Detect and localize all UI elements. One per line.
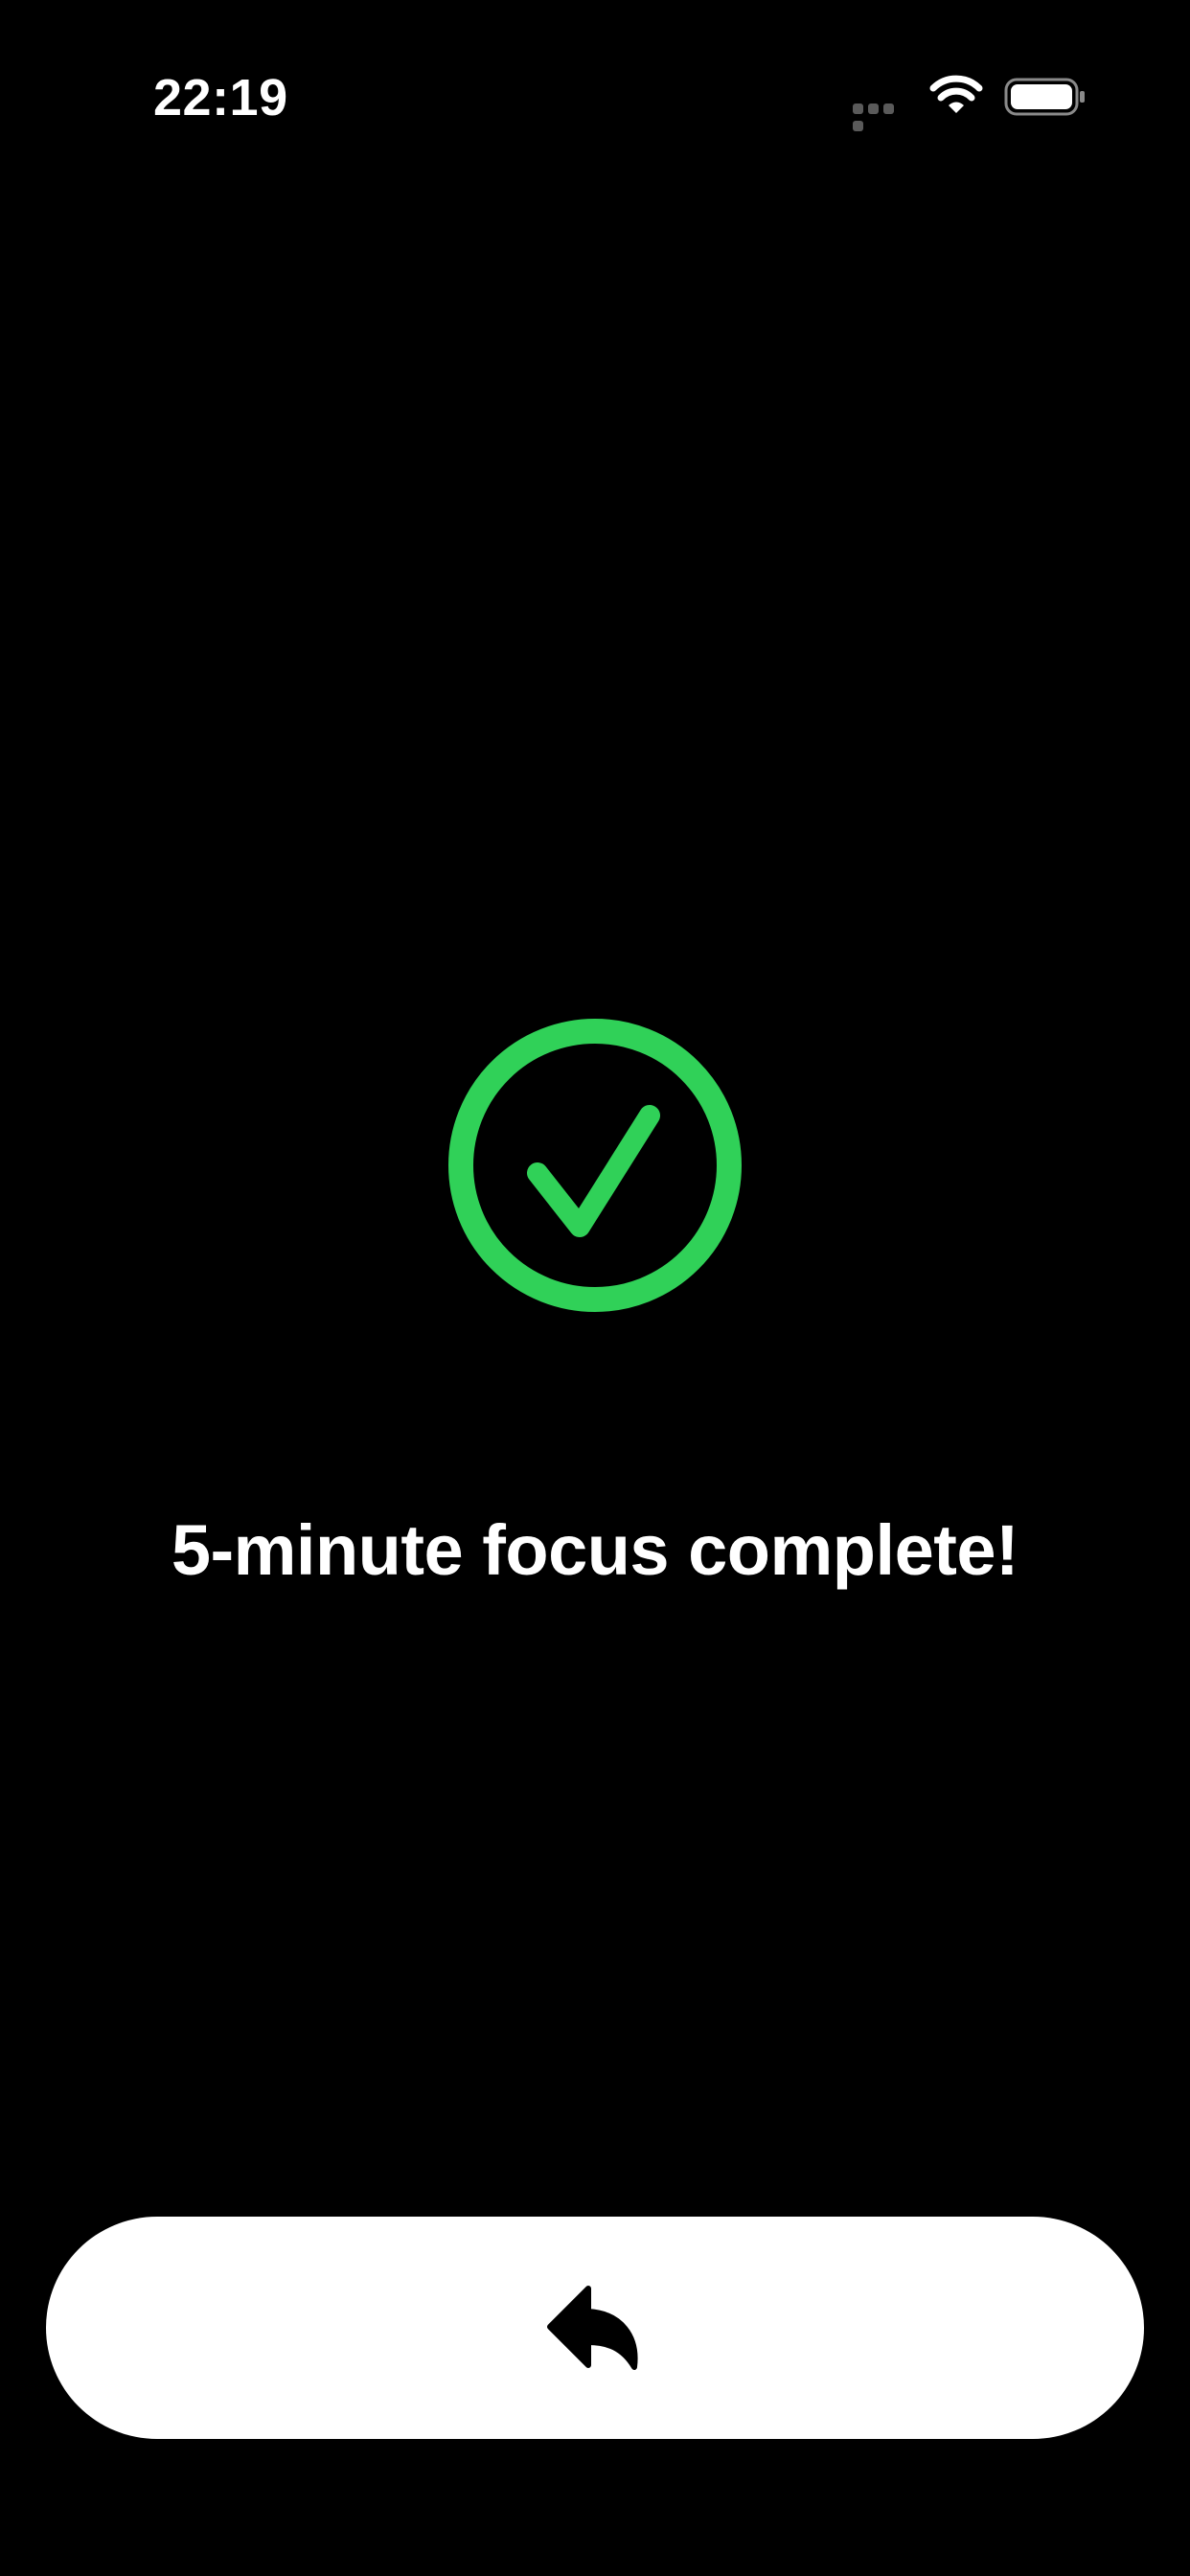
status-bar: 22:19 xyxy=(0,0,1190,192)
checkmark-circle-icon xyxy=(448,1019,742,1312)
back-button[interactable] xyxy=(46,2217,1144,2439)
completion-message: 5-minute focus complete! xyxy=(171,1510,1019,1590)
wifi-icon xyxy=(929,75,983,113)
signal-dots-icon xyxy=(853,104,912,131)
status-time: 22:19 xyxy=(153,69,288,126)
back-arrow-icon xyxy=(547,2286,638,2370)
battery-icon xyxy=(1004,78,1085,116)
